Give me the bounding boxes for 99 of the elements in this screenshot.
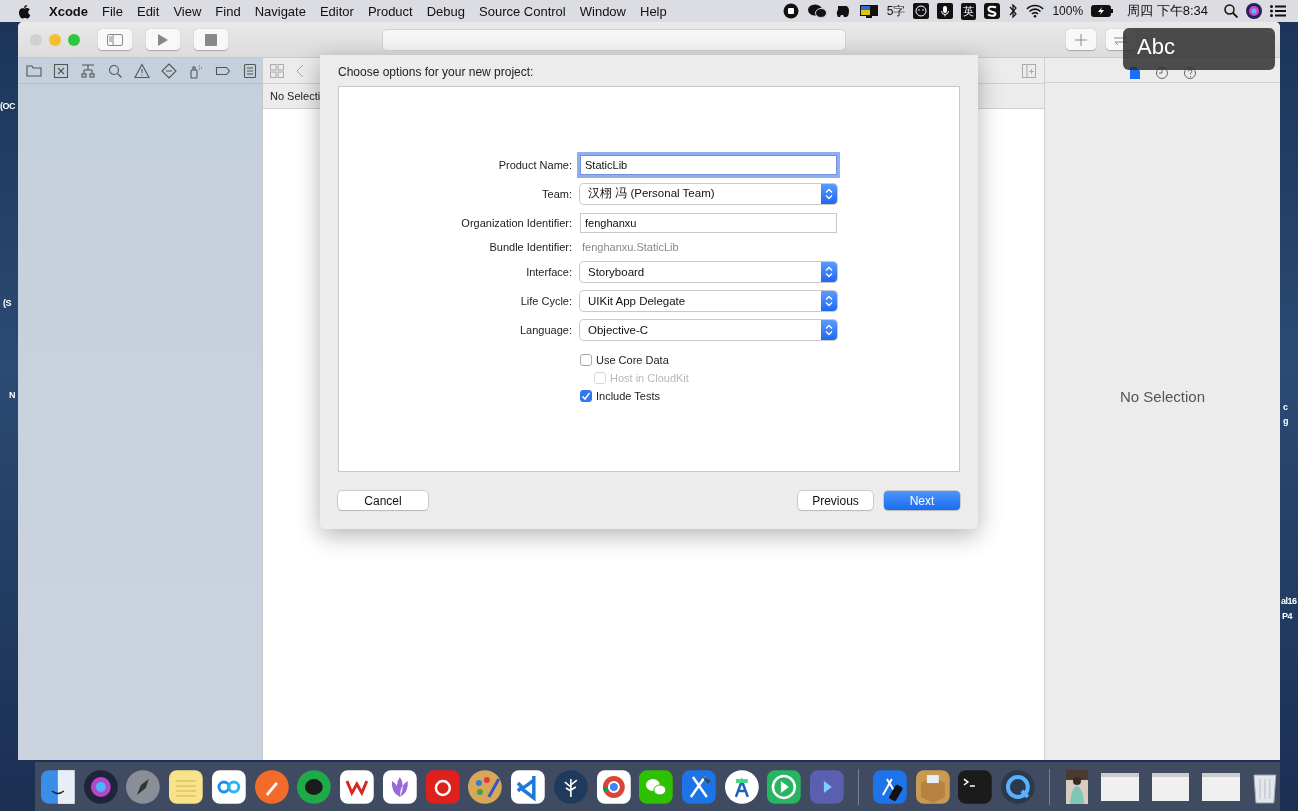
clock[interactable]: 周四 下午8:34 <box>1127 2 1208 20</box>
window-thumbnail[interactable] <box>1202 772 1241 801</box>
orb-icon[interactable] <box>1246 3 1262 19</box>
menu-item[interactable]: Source Control <box>479 3 566 19</box>
battery-icon[interactable] <box>1091 5 1114 17</box>
sidebar-toggle-button[interactable] <box>98 29 132 50</box>
menu-item[interactable]: Debug <box>426 3 466 19</box>
checkbox[interactable] <box>580 353 592 366</box>
sheet-title: Choose options for your new project: <box>338 64 535 81</box>
desktop-file-label[interactable]: N <box>9 390 15 400</box>
app-icon[interactable] <box>339 768 375 805</box>
updown-chevron-icon <box>825 187 833 200</box>
field-label: Interface: <box>525 265 572 278</box>
sidebar-icon <box>107 33 123 46</box>
text-field[interactable]: fenghanxu <box>580 212 837 233</box>
updown-chevron-icon <box>825 294 833 307</box>
menu-item[interactable]: Editor <box>319 3 354 19</box>
clock-icon[interactable] <box>1155 67 1168 79</box>
checkmark-icon <box>581 390 591 401</box>
menu-item[interactable]: Product <box>367 3 413 19</box>
window-thumbnail[interactable] <box>1151 772 1190 801</box>
popup-button[interactable]: Objective-C <box>580 319 837 340</box>
hierarchy-icon[interactable] <box>80 62 96 79</box>
updown-chevron-icon <box>825 265 833 278</box>
app-icon[interactable] <box>638 768 674 805</box>
dialog-button[interactable]: Cancel <box>338 491 428 510</box>
app-icon[interactable] <box>210 768 247 805</box>
checkbox-label: Host in CloudKit <box>610 371 689 384</box>
desktop-file-label[interactable]: P4 <box>1282 611 1292 621</box>
chat-bubbles-icon[interactable] <box>806 3 827 19</box>
popup-button[interactable]: 汉栩 冯 (Personal Team) <box>580 183 837 204</box>
x-box-icon[interactable] <box>53 62 69 79</box>
app-menu[interactable]: Xcode <box>49 3 88 19</box>
menu-item[interactable]: Edit <box>136 3 160 19</box>
desktop-file-label[interactable]: g <box>1283 416 1288 426</box>
desktop-file-label[interactable]: (S <box>3 298 11 308</box>
plus-icon <box>1075 33 1087 46</box>
checkbox-label[interactable]: Include Tests <box>596 389 660 402</box>
folder-icon[interactable] <box>26 62 42 79</box>
app-icon[interactable] <box>681 768 717 805</box>
play-icon <box>157 32 169 47</box>
popup-button[interactable]: UIKit App Delegate <box>580 290 837 311</box>
record-icon[interactable] <box>782 3 799 19</box>
field-label: Team: <box>541 187 572 200</box>
squiggle-logo-icon[interactable] <box>984 3 1001 19</box>
next-button[interactable]: Next <box>884 491 960 510</box>
checkbox-label[interactable]: Use Core Data <box>596 353 669 366</box>
microphone-icon[interactable] <box>937 3 954 19</box>
menu-item[interactable]: Help <box>640 3 667 19</box>
app-icon[interactable] <box>914 768 951 805</box>
list-icon[interactable] <box>242 62 258 79</box>
app-icon[interactable] <box>871 768 908 805</box>
menu-icon[interactable] <box>1270 5 1286 17</box>
run-button[interactable] <box>146 29 180 50</box>
diamond-icon[interactable] <box>161 62 177 79</box>
menu-item[interactable]: File <box>102 3 123 19</box>
input-count: 5字 <box>886 2 906 20</box>
checkbox[interactable] <box>580 389 592 402</box>
warning-icon[interactable] <box>134 62 150 79</box>
no-selection-text: No Selection <box>1119 388 1206 405</box>
bluetooth-icon[interactable] <box>1008 3 1019 19</box>
menu-item[interactable]: Navigate <box>254 3 306 19</box>
menu-item[interactable]: Find <box>215 3 241 19</box>
apple-icon[interactable] <box>18 3 31 19</box>
spray-can-icon[interactable] <box>188 62 204 79</box>
text-field[interactable]: StaticLib <box>580 154 837 175</box>
desktop-file-label[interactable]: c <box>1283 402 1288 412</box>
app-icon[interactable] <box>40 768 76 805</box>
app-icon[interactable] <box>766 768 803 805</box>
field-label: Language: <box>519 323 572 336</box>
field-label: Bundle Identifier: <box>488 241 572 253</box>
search-icon[interactable] <box>1224 4 1238 18</box>
app-icon[interactable] <box>168 768 204 805</box>
input-language-button[interactable]: 英 <box>961 2 977 20</box>
menu-item[interactable]: View <box>173 3 202 19</box>
jump-bar-text: No Selecti <box>270 90 321 102</box>
wifi-icon[interactable] <box>1026 4 1045 18</box>
app-icon[interactable] <box>381 768 418 805</box>
bundle-identifier-text: fenghanxu.StaticLib <box>581 241 679 253</box>
desktop-file-label[interactable]: al16 <box>1281 596 1297 606</box>
field-label: Product Name: <box>497 158 572 171</box>
window-thumbnail[interactable] <box>1100 772 1139 801</box>
popup-button[interactable]: Storyboard <box>580 261 837 282</box>
stop-icon <box>205 33 217 46</box>
app-icon[interactable] <box>510 768 546 805</box>
updown-chevron-icon <box>825 323 833 336</box>
window-thumbnail[interactable] <box>1065 769 1088 804</box>
app-icon[interactable] <box>424 768 461 805</box>
desktop-file-label[interactable]: (OC <box>0 101 15 111</box>
field-label: Life Cycle: <box>519 294 572 307</box>
monitor-icon[interactable] <box>858 3 879 19</box>
field-label: Organization Identifier: <box>460 216 572 229</box>
app-icon[interactable] <box>595 768 632 805</box>
smiley-icon[interactable] <box>913 3 930 19</box>
stop-button[interactable] <box>194 29 228 50</box>
dialog-button[interactable]: Previous <box>798 491 873 510</box>
battery-percent: 100% <box>1052 4 1084 18</box>
menu-item[interactable]: Window <box>579 3 626 19</box>
input-mode-text: Abc <box>1137 34 1175 60</box>
